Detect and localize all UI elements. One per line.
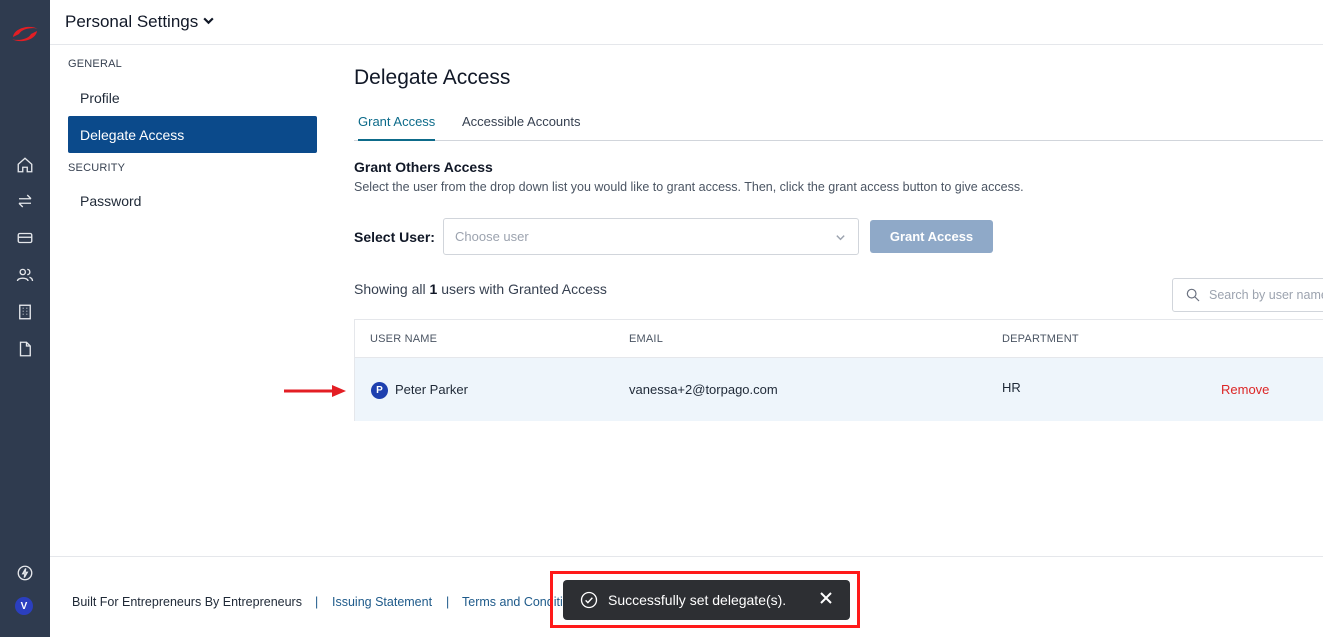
table-header: USER NAME EMAIL DEPARTMENT — [355, 320, 1323, 358]
search-icon — [1186, 288, 1200, 302]
select-user-placeholder: Choose user — [455, 229, 529, 244]
check-circle-icon — [580, 591, 598, 609]
top-header: Personal Settings — [50, 0, 1323, 45]
table-row: P Peter Parker vanessa+2@torpago.com HR … — [355, 358, 1323, 421]
annotation-arrow-icon — [282, 383, 348, 399]
nav-item-password[interactable]: Password — [68, 182, 317, 219]
search-users-input[interactable]: Search by user name — [1172, 278, 1323, 312]
app-rail: V — [0, 0, 50, 637]
remove-link[interactable]: Remove — [1221, 382, 1269, 397]
nav-item-delegate-access[interactable]: Delegate Access — [68, 116, 317, 153]
select-user-label: Select User: — [354, 229, 435, 245]
footer-separator: | — [446, 595, 450, 609]
building-icon[interactable] — [14, 301, 36, 323]
column-header-user-name[interactable]: USER NAME — [370, 333, 437, 345]
granted-users-table: USER NAME EMAIL DEPARTMENT P Peter Parke… — [354, 319, 1323, 421]
chevron-down-icon — [202, 12, 215, 32]
select-user-dropdown[interactable]: Choose user — [443, 218, 859, 255]
nav-item-profile[interactable]: Profile — [68, 79, 317, 116]
footer-link-issuing-statement[interactable]: Issuing Statement — [332, 595, 432, 609]
tab-bar: Grant Access Accessible Accounts — [354, 108, 1323, 141]
grant-section-title: Grant Others Access — [354, 159, 493, 175]
page-header-title: Personal Settings — [65, 12, 199, 31]
footer-separator: | — [315, 595, 319, 609]
settings-menu-title[interactable]: Personal Settings — [65, 12, 215, 32]
showing-prefix: Showing all — [354, 281, 426, 297]
user-avatar[interactable]: V — [15, 597, 33, 615]
chevron-down-icon — [835, 231, 846, 242]
success-toast: Successfully set delegate(s). — [563, 580, 850, 620]
toast-message: Successfully set delegate(s). — [608, 592, 787, 608]
user-name-cell: Peter Parker — [395, 382, 468, 397]
brand-logo[interactable] — [8, 20, 42, 48]
lightning-icon[interactable] — [14, 562, 36, 584]
page-title: Delegate Access — [354, 66, 511, 89]
footer-link-terms[interactable]: Terms and Conditi — [462, 595, 563, 609]
showing-suffix: users with Granted Access — [441, 281, 607, 297]
home-icon[interactable] — [14, 154, 36, 176]
close-icon[interactable] — [819, 591, 833, 605]
column-header-department[interactable]: DEPARTMENT — [1002, 333, 1079, 345]
column-header-email[interactable]: EMAIL — [629, 333, 663, 345]
users-icon[interactable] — [14, 264, 36, 286]
grant-access-button[interactable]: Grant Access — [870, 220, 993, 253]
card-icon[interactable] — [14, 227, 36, 249]
showing-count-text: Showing all 1 users with Granted Access — [354, 281, 607, 297]
nav-heading-general: GENERAL — [68, 58, 122, 70]
transfer-icon[interactable] — [14, 190, 36, 212]
tab-grant-access[interactable]: Grant Access — [358, 114, 436, 141]
department-cell: HR — [1002, 380, 1021, 395]
footer-tagline: Built For Entrepreneurs By Entrepreneurs — [72, 595, 302, 609]
document-icon[interactable] — [14, 338, 36, 360]
grant-section-description: Select the user from the drop down list … — [354, 180, 1024, 194]
email-cell: vanessa+2@torpago.com — [629, 382, 778, 397]
search-placeholder: Search by user name — [1209, 288, 1323, 302]
nav-heading-security: SECURITY — [68, 162, 126, 174]
showing-count: 1 — [429, 281, 438, 297]
tab-accessible-accounts[interactable]: Accessible Accounts — [462, 114, 581, 141]
user-avatar-initial: P — [371, 382, 388, 399]
